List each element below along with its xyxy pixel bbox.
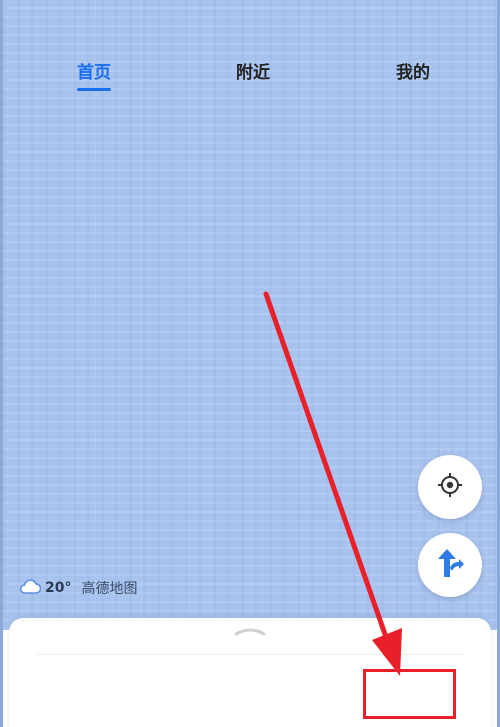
app-screen: 20° 高德地图 首页 附近 我的 bbox=[0, 0, 500, 727]
tab-home[interactable]: 首页 bbox=[54, 58, 134, 83]
panel-divider bbox=[37, 654, 463, 655]
annotation-highlight-box bbox=[363, 669, 456, 719]
tab-nearby[interactable]: 附近 bbox=[213, 58, 293, 83]
temperature-text: 20° bbox=[45, 580, 72, 596]
route-arrow-icon bbox=[435, 546, 465, 584]
cloud-icon bbox=[19, 578, 42, 598]
locate-crosshair-icon bbox=[436, 471, 464, 503]
brand-logo-text: 高德地图 bbox=[81, 581, 138, 597]
route-button[interactable] bbox=[418, 533, 482, 597]
locate-button[interactable] bbox=[418, 455, 482, 519]
tab-mine[interactable]: 我的 bbox=[373, 58, 453, 83]
weather-indicator[interactable]: 20° 高德地图 bbox=[19, 578, 137, 598]
active-tab-indicator bbox=[77, 88, 111, 91]
panel-handle-icon[interactable] bbox=[232, 622, 268, 641]
map-view[interactable] bbox=[3, 0, 497, 630]
